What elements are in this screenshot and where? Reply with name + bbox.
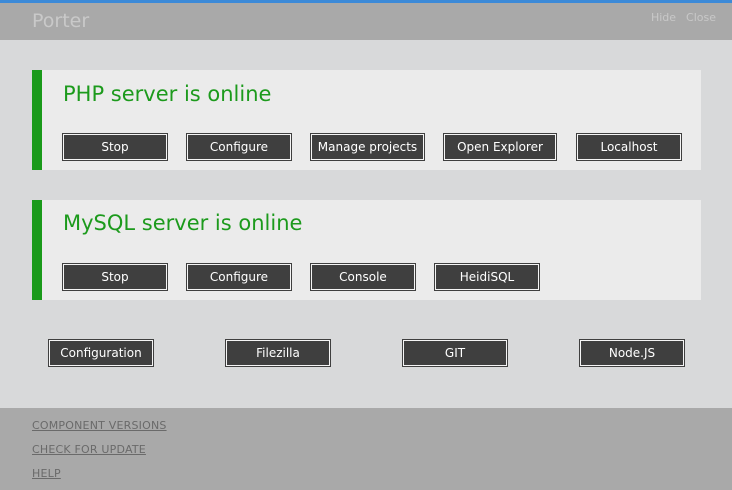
filezilla-button[interactable]: Filezilla bbox=[225, 339, 331, 367]
titlebar[interactable]: Porter Hide Close bbox=[0, 3, 732, 40]
mysql-heidisql-button[interactable]: HeidiSQL bbox=[434, 263, 540, 291]
app-title: Porter bbox=[32, 10, 90, 32]
mysql-server-panel: MySQL server is online Stop Configure Co… bbox=[32, 200, 701, 300]
php-manage-projects-button[interactable]: Manage projects bbox=[310, 133, 425, 161]
php-status-text: PHP server is online bbox=[63, 82, 272, 106]
php-server-panel: PHP server is online Stop Configure Mana… bbox=[32, 70, 701, 170]
window-controls: Hide Close bbox=[651, 11, 716, 24]
component-versions-link[interactable]: COMPONENT VERSIONS bbox=[32, 419, 167, 432]
nodejs-button[interactable]: Node.JS bbox=[579, 339, 685, 367]
php-stop-button[interactable]: Stop bbox=[62, 133, 168, 161]
php-localhost-button[interactable]: Localhost bbox=[576, 133, 682, 161]
close-button[interactable]: Close bbox=[686, 11, 716, 24]
footer: COMPONENT VERSIONS CHECK FOR UPDATE HELP bbox=[0, 408, 732, 490]
mysql-console-button[interactable]: Console bbox=[310, 263, 416, 291]
hide-button[interactable]: Hide bbox=[651, 11, 676, 24]
php-open-explorer-button[interactable]: Open Explorer bbox=[443, 133, 557, 161]
porter-window: Porter Hide Close PHP server is online S… bbox=[0, 0, 732, 490]
mysql-status-indicator bbox=[32, 200, 42, 300]
git-button[interactable]: GIT bbox=[402, 339, 508, 367]
php-status-indicator bbox=[32, 70, 42, 170]
mysql-stop-button[interactable]: Stop bbox=[62, 263, 168, 291]
mysql-configure-button[interactable]: Configure bbox=[186, 263, 292, 291]
configuration-button[interactable]: Configuration bbox=[48, 339, 154, 367]
help-link[interactable]: HELP bbox=[32, 467, 61, 480]
check-for-update-link[interactable]: CHECK FOR UPDATE bbox=[32, 443, 146, 456]
mysql-status-text: MySQL server is online bbox=[63, 211, 303, 235]
php-configure-button[interactable]: Configure bbox=[186, 133, 292, 161]
